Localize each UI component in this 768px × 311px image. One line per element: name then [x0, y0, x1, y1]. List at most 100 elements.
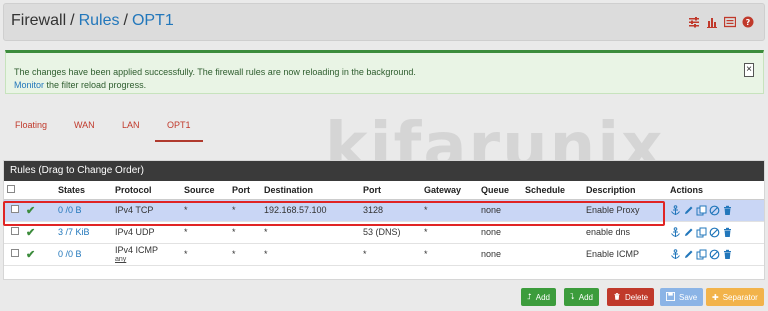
add-top-label: Add	[535, 292, 550, 302]
gateway-cell: *	[424, 199, 481, 222]
trash-icon	[613, 292, 621, 303]
disable-icon[interactable]	[709, 227, 720, 238]
select-all-header	[4, 181, 26, 200]
edit-icon[interactable]	[683, 227, 694, 238]
dest-port-cell: 3128	[363, 199, 424, 222]
tab-lan[interactable]: LAN	[122, 120, 140, 130]
add-bottom-label: Add	[578, 292, 593, 302]
page-header: Firewall / Rules / OPT1 ?	[3, 3, 765, 41]
active-tab-indicator	[155, 140, 203, 142]
separator-label: Separator	[722, 292, 758, 302]
copy-icon[interactable]	[696, 205, 707, 216]
states-link[interactable]: 0 /0 B	[58, 249, 82, 259]
panel-title: Rules (Drag to Change Order)	[4, 161, 764, 181]
separator-button[interactable]: ✚ Separator	[706, 288, 764, 306]
column-header-gateway: Gateway	[424, 181, 481, 200]
states-link[interactable]: 3 /7 KiB	[58, 227, 90, 237]
trash-icon[interactable]	[722, 227, 733, 238]
alert-text: The changes have been applied successful…	[14, 66, 416, 92]
column-header-destination: Destination	[264, 181, 363, 200]
arrow-up-icon: ⮥	[527, 292, 532, 301]
save-button[interactable]: Save	[660, 288, 704, 306]
breadcrumb-rules[interactable]: Rules	[79, 12, 120, 29]
row-actions	[670, 248, 764, 260]
column-header-states: States	[58, 181, 115, 200]
list-icon[interactable]	[723, 16, 737, 28]
port-cell: *	[232, 243, 264, 266]
copy-icon[interactable]	[696, 227, 707, 238]
breadcrumb-firewall: Firewall	[11, 12, 67, 29]
table-row[interactable]: ✔ 3 /7 KiB IPv4 UDP * * * 53 (DNS) * non…	[4, 221, 764, 244]
check-icon[interactable]: ✔	[26, 205, 35, 217]
close-button[interactable]: ×	[744, 63, 754, 77]
tab-opt1[interactable]: OPT1	[167, 120, 191, 130]
breadcrumb-opt1[interactable]: OPT1	[132, 12, 174, 29]
svg-text:?: ?	[746, 18, 751, 27]
check-icon[interactable]: ✔	[26, 227, 35, 239]
save-label: Save	[679, 292, 698, 302]
column-header-source: Source	[184, 181, 232, 200]
column-header-description: Description	[586, 181, 670, 200]
monitor-link[interactable]: Monitor	[14, 80, 44, 90]
breadcrumb-separator: /	[70, 12, 75, 29]
tab-floating[interactable]: Floating	[15, 120, 47, 130]
trash-icon[interactable]	[722, 249, 733, 260]
table-row[interactable]: ✔ 0 /0 B IPv4 TCP * * 192.168.57.100 312…	[4, 199, 764, 222]
add-top-button[interactable]: ⮥ Add	[521, 288, 556, 306]
column-header-actions: Actions	[670, 181, 764, 200]
rules-table: States Protocol Source Port Destination …	[4, 181, 764, 266]
table-row[interactable]: ✔ 0 /0 B IPv4 ICMP any * * * * * none Ena…	[4, 243, 764, 266]
edit-icon[interactable]	[683, 205, 694, 216]
edit-icon[interactable]	[683, 249, 694, 260]
description-cell: enable dns	[586, 221, 670, 244]
gateway-cell: *	[424, 243, 481, 266]
delete-button[interactable]: Delete	[607, 288, 655, 306]
row-checkbox[interactable]	[11, 227, 19, 235]
source-cell: *	[184, 221, 232, 244]
protocol-cell: IPv4 UDP	[115, 221, 184, 244]
description-cell: Enable Proxy	[586, 199, 670, 222]
column-header-dest-port: Port	[363, 181, 424, 200]
dest-port-cell: *	[363, 243, 424, 266]
states-link[interactable]: 0 /0 B	[58, 205, 82, 215]
row-actions	[670, 226, 764, 238]
tab-wan[interactable]: WAN	[74, 120, 95, 130]
copy-icon[interactable]	[696, 249, 707, 260]
plus-icon: ✚	[712, 292, 719, 302]
row-checkbox[interactable]	[11, 205, 19, 213]
dest-port-cell: 53 (DNS)	[363, 221, 424, 244]
alert-suffix: the filter reload progress.	[44, 80, 147, 90]
bar-chart-icon[interactable]	[706, 16, 718, 28]
sliders-icon[interactable]	[688, 16, 700, 28]
description-cell: Enable ICMP	[586, 243, 670, 266]
check-icon[interactable]: ✔	[26, 249, 35, 261]
protocol-cell: IPv4 ICMP any	[115, 243, 184, 266]
table-header-row: States Protocol Source Port Destination …	[4, 181, 764, 200]
column-header	[26, 181, 58, 200]
anchor-icon[interactable]	[670, 248, 681, 260]
destination-cell: 192.168.57.100	[264, 199, 363, 222]
breadcrumb-separator: /	[123, 12, 128, 29]
disable-icon[interactable]	[709, 249, 720, 260]
icmp-subtype-link[interactable]: any	[115, 256, 184, 263]
protocol-label: IPv4 ICMP	[115, 245, 159, 255]
alert-message: The changes have been applied successful…	[14, 67, 416, 77]
select-all-checkbox[interactable]	[7, 184, 15, 193]
source-cell: *	[184, 199, 232, 222]
header-icons: ?	[688, 16, 754, 28]
delete-label: Delete	[625, 292, 649, 302]
disable-icon[interactable]	[709, 205, 720, 216]
queue-cell: none	[481, 221, 525, 244]
trash-icon[interactable]	[722, 205, 733, 216]
breadcrumb: Firewall / Rules / OPT1	[11, 12, 174, 30]
add-bottom-button[interactable]: ⮧ Add	[564, 288, 599, 306]
anchor-icon[interactable]	[670, 204, 681, 216]
help-icon[interactable]: ?	[742, 16, 754, 28]
gateway-cell: *	[424, 221, 481, 244]
arrow-down-icon: ⮧	[570, 292, 575, 301]
schedule-cell	[525, 221, 586, 244]
column-header-protocol: Protocol	[115, 181, 184, 200]
anchor-icon[interactable]	[670, 226, 681, 238]
protocol-cell: IPv4 TCP	[115, 199, 184, 222]
row-checkbox[interactable]	[11, 249, 19, 257]
